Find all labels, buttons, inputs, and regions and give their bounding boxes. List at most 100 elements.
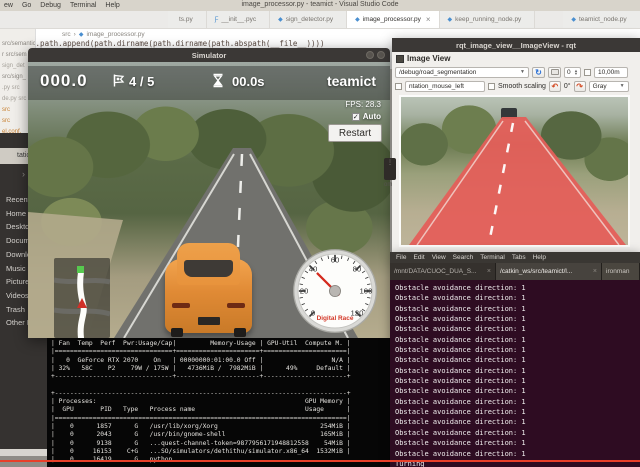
terminal-line: Obstacle avoidance direction: 1 bbox=[395, 407, 640, 417]
ros-terminal: File Edit View Search Terminal Tabs Help /mnt/… bbox=[390, 252, 640, 467]
auto-checkbox-row: ✓ Auto bbox=[352, 112, 381, 121]
speedometer-graphic: 0 20 40 60 80 100 120 Digital Race bbox=[292, 248, 378, 334]
gauge-tick-label: 20 bbox=[300, 287, 309, 296]
terminal-line: Obstacle avoidance direction: 1 bbox=[395, 314, 640, 324]
car-taillight bbox=[227, 303, 245, 308]
terminal-tab[interactable]: ironman bbox=[602, 263, 640, 280]
auto-checkbox[interactable]: ✓ bbox=[352, 113, 360, 121]
spin-arrows-icon[interactable]: ▲▼ bbox=[574, 69, 578, 75]
terminal-tab[interactable]: /mnt/DATA/CUOC_DUA_S... × bbox=[390, 263, 496, 280]
refresh-topics-button[interactable]: ↻ bbox=[532, 67, 545, 78]
terminal-line: | GPU PID Type Process name Usage | bbox=[51, 406, 390, 414]
editor-tab[interactable]: Ƒ __init__.pyc bbox=[207, 11, 270, 28]
menu-item[interactable]: ew bbox=[4, 2, 13, 9]
terminal-line: | 0 GeForce RTX 2070 On | 00000000:01:00… bbox=[51, 357, 390, 365]
window-buttons bbox=[366, 51, 385, 59]
restart-button[interactable]: Restart bbox=[328, 124, 382, 142]
range-field[interactable]: 10,00m bbox=[594, 67, 628, 78]
terminal-line: Obstacle avoidance direction: 1 bbox=[395, 324, 640, 334]
simulator-title-bar[interactable]: Simulator bbox=[28, 48, 390, 62]
minimap bbox=[54, 258, 110, 338]
hud-time: 00.0s bbox=[232, 74, 265, 89]
close-button[interactable] bbox=[377, 51, 385, 59]
tab-bar-spacer bbox=[0, 11, 168, 28]
terminal-line: Obstacle avoidance direction: 1 bbox=[395, 366, 640, 376]
range-checkbox[interactable] bbox=[584, 69, 591, 76]
simulator-scene: 000.0 4 / 5 00.0s teamict FPS: 28.3 ✓ Au… bbox=[28, 62, 390, 338]
car-rear-window bbox=[184, 260, 233, 277]
auto-label: Auto bbox=[363, 112, 381, 121]
terminal-line: Obstacle avoidance direction: 1 bbox=[395, 417, 640, 427]
editor-tab[interactable]: ts.py bbox=[168, 11, 207, 28]
segmented-road-graphic bbox=[401, 97, 628, 245]
minimap-graphic bbox=[54, 258, 110, 338]
terminal-menu-item[interactable]: View bbox=[432, 254, 446, 261]
terminal-line: |===============================+=======… bbox=[51, 348, 390, 356]
terminal-line: | 0 16153 C+G ...SO/simulators/dethithu/… bbox=[51, 448, 390, 456]
editor-tab[interactable]: ◆ keep_running_node.py bbox=[440, 11, 536, 28]
gauge-brand: Digital Race bbox=[317, 315, 354, 322]
rotation-value: 0° bbox=[564, 83, 571, 90]
terminal-menu-item[interactable]: Edit bbox=[413, 254, 424, 261]
terminal-line: Obstacle avoidance direction: 1 bbox=[395, 397, 640, 407]
topic-dropdown[interactable]: /debug/road_segmentation ▼ bbox=[395, 67, 529, 78]
terminal-tab-label: /catkin_ws/src/teamict/l... bbox=[500, 268, 572, 275]
colormap-dropdown[interactable]: Gray ▼ bbox=[589, 81, 629, 92]
gpu-terminal[interactable]: | Fan Temp Perf Pwr:Usage/Cap| Memory-Us… bbox=[47, 338, 390, 467]
editor-tab[interactable]: ◆ sign_detector.py bbox=[270, 11, 347, 28]
terminal-menu-item[interactable]: Tabs bbox=[512, 254, 526, 261]
terminal-line: Obstacle avoidance direction: 1 bbox=[395, 386, 640, 396]
file-type-icon: Ƒ bbox=[215, 17, 219, 23]
dock-handle[interactable]: ⋮ bbox=[384, 158, 396, 180]
terminal-line bbox=[51, 381, 390, 389]
checkpoint-flag-icon bbox=[112, 73, 125, 88]
global-menu-bar: ew Go Debug Terminal Help bbox=[0, 0, 640, 11]
terminal-menu-item[interactable]: File bbox=[396, 254, 406, 261]
zoom-spinbox[interactable]: 0 ▲▼ bbox=[564, 67, 581, 78]
gauge-tick-label: 0 bbox=[311, 309, 315, 318]
menu-item[interactable]: Go bbox=[22, 2, 31, 9]
mouse-topic-checkbox[interactable] bbox=[395, 83, 402, 90]
terminal-line: Obstacle avoidance direction: 1 bbox=[395, 376, 640, 386]
topic-value: /debug/road_segmentation bbox=[399, 69, 476, 76]
rotate-left-button[interactable]: ↶ bbox=[549, 81, 561, 92]
terminal-line: | 0 9138 G ...quest-channel-token=987795… bbox=[51, 440, 390, 448]
editor-tab-label: keep_running_node.py bbox=[455, 16, 521, 23]
mouse-topic-field[interactable]: ntation_mouse_left bbox=[405, 81, 485, 92]
close-tab-icon[interactable]: × bbox=[487, 268, 491, 275]
menu-item[interactable]: Terminal bbox=[70, 2, 96, 9]
terminal-line: Obstacle avoidance direction: 1 bbox=[395, 283, 640, 293]
editor-tab[interactable]: ◆ image_processor.py × bbox=[347, 11, 439, 28]
segmentation-image bbox=[399, 95, 630, 247]
car-tire bbox=[171, 328, 183, 337]
gauge-tick-label: 60 bbox=[331, 256, 340, 265]
close-tab-icon[interactable]: × bbox=[426, 15, 431, 24]
terminal-menu-item[interactable]: Help bbox=[533, 254, 546, 261]
file-type-icon: ◆ bbox=[355, 16, 360, 23]
terminal-output[interactable]: Obstacle avoidance direction: 1Obstacle … bbox=[390, 280, 640, 467]
terminal-line: Obstacle avoidance direction: 1 bbox=[395, 304, 640, 314]
player-car bbox=[165, 243, 252, 337]
menu-item[interactable]: Debug bbox=[40, 2, 61, 9]
breadcrumb-file[interactable]: image_processor.py bbox=[86, 31, 144, 38]
terminal-line: Obstacle avoidance direction: 1 bbox=[395, 293, 640, 303]
rqt-title-bar[interactable]: rqt_image_view__ImageView - rqt bbox=[392, 38, 640, 52]
save-image-button[interactable] bbox=[548, 67, 561, 78]
smooth-scaling-checkbox[interactable] bbox=[488, 83, 495, 90]
smooth-scaling-label: Smooth scaling bbox=[498, 83, 546, 90]
terminal-line: |=======================================… bbox=[51, 415, 390, 423]
menu-item[interactable]: Help bbox=[105, 2, 119, 9]
terminal-tab[interactable]: /catkin_ws/src/teamict/l... × bbox=[496, 263, 602, 280]
terminal-line: Obstacle avoidance direction: 1 bbox=[395, 335, 640, 345]
editor-tab[interactable]: ◆ teamict_node.py bbox=[563, 11, 640, 28]
terminal-menu-item[interactable]: Search bbox=[453, 254, 474, 261]
breadcrumb-folder[interactable]: src bbox=[62, 31, 71, 38]
terminal-menu-item[interactable]: Terminal bbox=[480, 254, 505, 261]
terminal-line: Obstacle avoidance direction: 1 bbox=[395, 345, 640, 355]
close-tab-icon[interactable]: × bbox=[593, 268, 597, 275]
minimize-button[interactable] bbox=[366, 51, 374, 59]
car-taillight bbox=[172, 303, 190, 308]
expander-icon[interactable]: › bbox=[22, 169, 25, 179]
chevron-down-icon: ▼ bbox=[620, 83, 625, 89]
rotate-right-button[interactable]: ↷ bbox=[574, 81, 586, 92]
